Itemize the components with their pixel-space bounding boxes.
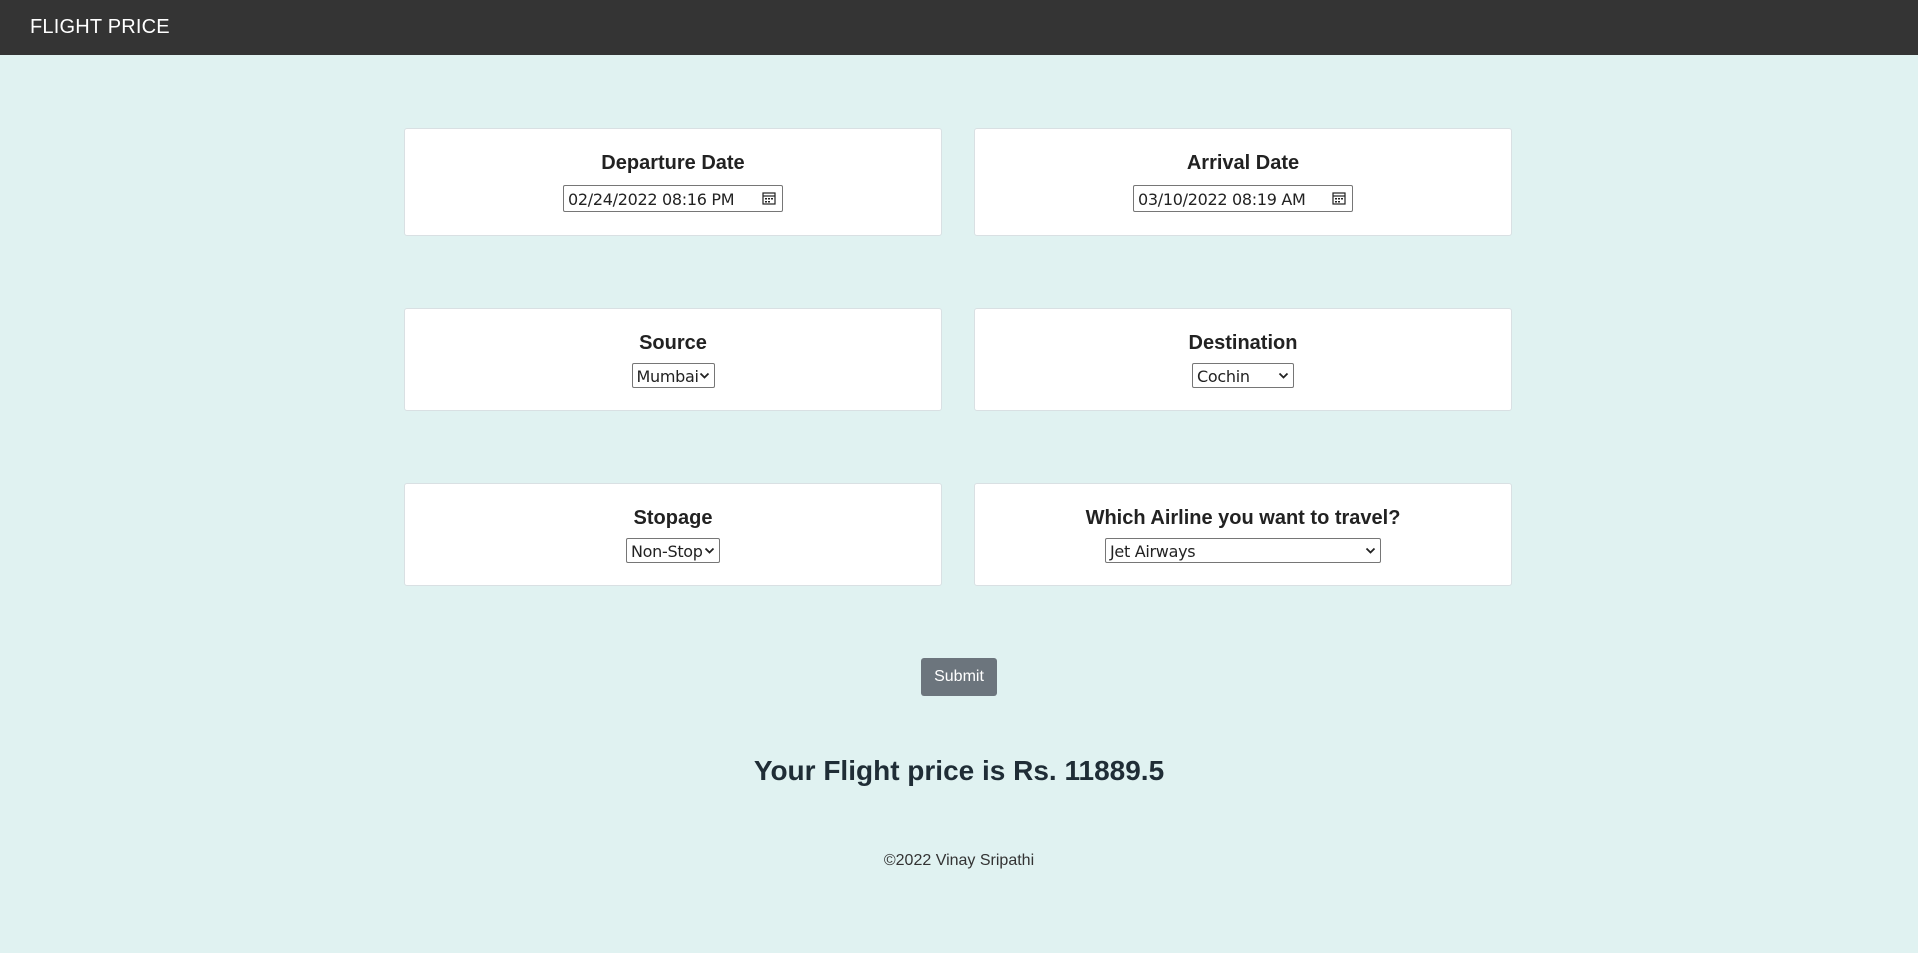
- calendar-icon[interactable]: [762, 191, 776, 205]
- airline-card: Which Airline you want to travel? Jet Ai…: [974, 483, 1512, 586]
- arrival-date-input[interactable]: 03/10/2022 08:19 AM: [1133, 185, 1353, 212]
- main-content: Departure Date 02/24/2022 08:16 PM Arriv…: [0, 55, 1918, 953]
- chevron-down-icon: [699, 372, 709, 379]
- destination-label: Destination: [1188, 332, 1298, 354]
- destination-card: Destination Cochin: [974, 308, 1512, 411]
- navbar: FLIGHT PRICE: [0, 0, 1918, 55]
- chevron-down-icon: [704, 547, 715, 554]
- price-result: Your Flight price is Rs. 11889.5: [753, 755, 1165, 786]
- airline-selected-value: Jet Airways: [1110, 542, 1196, 561]
- stopage-label: Stopage: [633, 507, 713, 529]
- arrival-card: Arrival Date 03/10/2022 08:19 AM: [974, 128, 1512, 236]
- airline-label: Which Airline you want to travel?: [1085, 507, 1401, 529]
- calendar-icon[interactable]: [1332, 191, 1346, 205]
- stopage-selected-value: Non-Stop: [631, 542, 703, 561]
- departure-date-input[interactable]: 02/24/2022 08:16 PM: [563, 185, 783, 212]
- departure-label: Departure Date: [601, 152, 745, 174]
- stopage-card: Stopage Non-Stop: [404, 483, 942, 586]
- chevron-down-icon: [1365, 547, 1376, 554]
- source-select[interactable]: Mumbai: [631, 363, 715, 388]
- brand-link[interactable]: FLIGHT PRICE: [30, 16, 170, 39]
- destination-selected-value: Cochin: [1197, 367, 1250, 386]
- footer-copyright: ©2022 Vinay Sripathi: [883, 852, 1035, 869]
- departure-card: Departure Date 02/24/2022 08:16 PM: [404, 128, 942, 236]
- chevron-down-icon: [1278, 372, 1289, 379]
- arrival-date-value: 03/10/2022 08:19 AM: [1138, 190, 1306, 209]
- destination-select[interactable]: Cochin: [1192, 363, 1294, 388]
- stopage-select[interactable]: Non-Stop: [626, 538, 720, 563]
- arrival-label: Arrival Date: [1186, 152, 1300, 174]
- airline-select[interactable]: Jet Airways: [1105, 538, 1381, 563]
- departure-date-value: 02/24/2022 08:16 PM: [568, 190, 735, 209]
- submit-button[interactable]: Submit: [921, 658, 997, 696]
- source-label: Source: [639, 332, 707, 354]
- source-card: Source Mumbai: [404, 308, 942, 411]
- source-selected-value: Mumbai: [636, 367, 699, 386]
- page: FLIGHT PRICE Departure Date 02/24/2022 0…: [0, 0, 1918, 953]
